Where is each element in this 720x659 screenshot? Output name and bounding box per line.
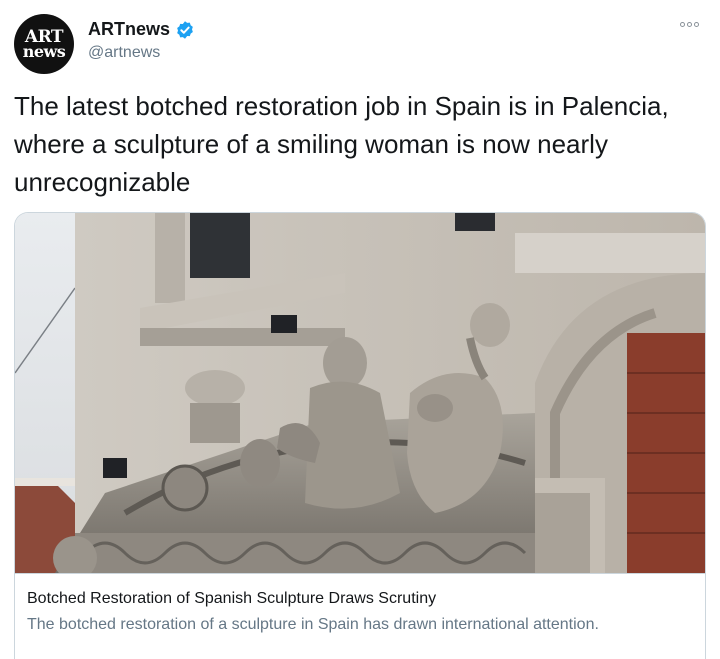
account-avatar[interactable]: ART news <box>14 14 74 74</box>
more-dot <box>679 21 685 27</box>
account-name-row: ARTnews <box>88 19 195 40</box>
card-image-sculpture-photo <box>15 213 705 573</box>
avatar-logo-text-bottom: news <box>22 41 66 61</box>
more-dot <box>686 21 692 27</box>
more-options-icon[interactable] <box>676 14 702 34</box>
link-preview-card[interactable]: Botched Restoration of Spanish Sculpture… <box>14 212 706 659</box>
card-meta: Botched Restoration of Spanish Sculpture… <box>15 573 705 659</box>
more-dot <box>693 21 699 27</box>
account-display-name[interactable]: ARTnews <box>88 19 170 40</box>
card-title[interactable]: Botched Restoration of Spanish Sculpture… <box>27 590 436 608</box>
account-handle[interactable]: @artnews <box>88 44 160 62</box>
card-description: The botched restoration of a sculpture i… <box>27 616 599 633</box>
tweet-text: The latest botched restoration job in Sp… <box>14 91 669 197</box>
verified-badge-icon <box>177 20 193 39</box>
